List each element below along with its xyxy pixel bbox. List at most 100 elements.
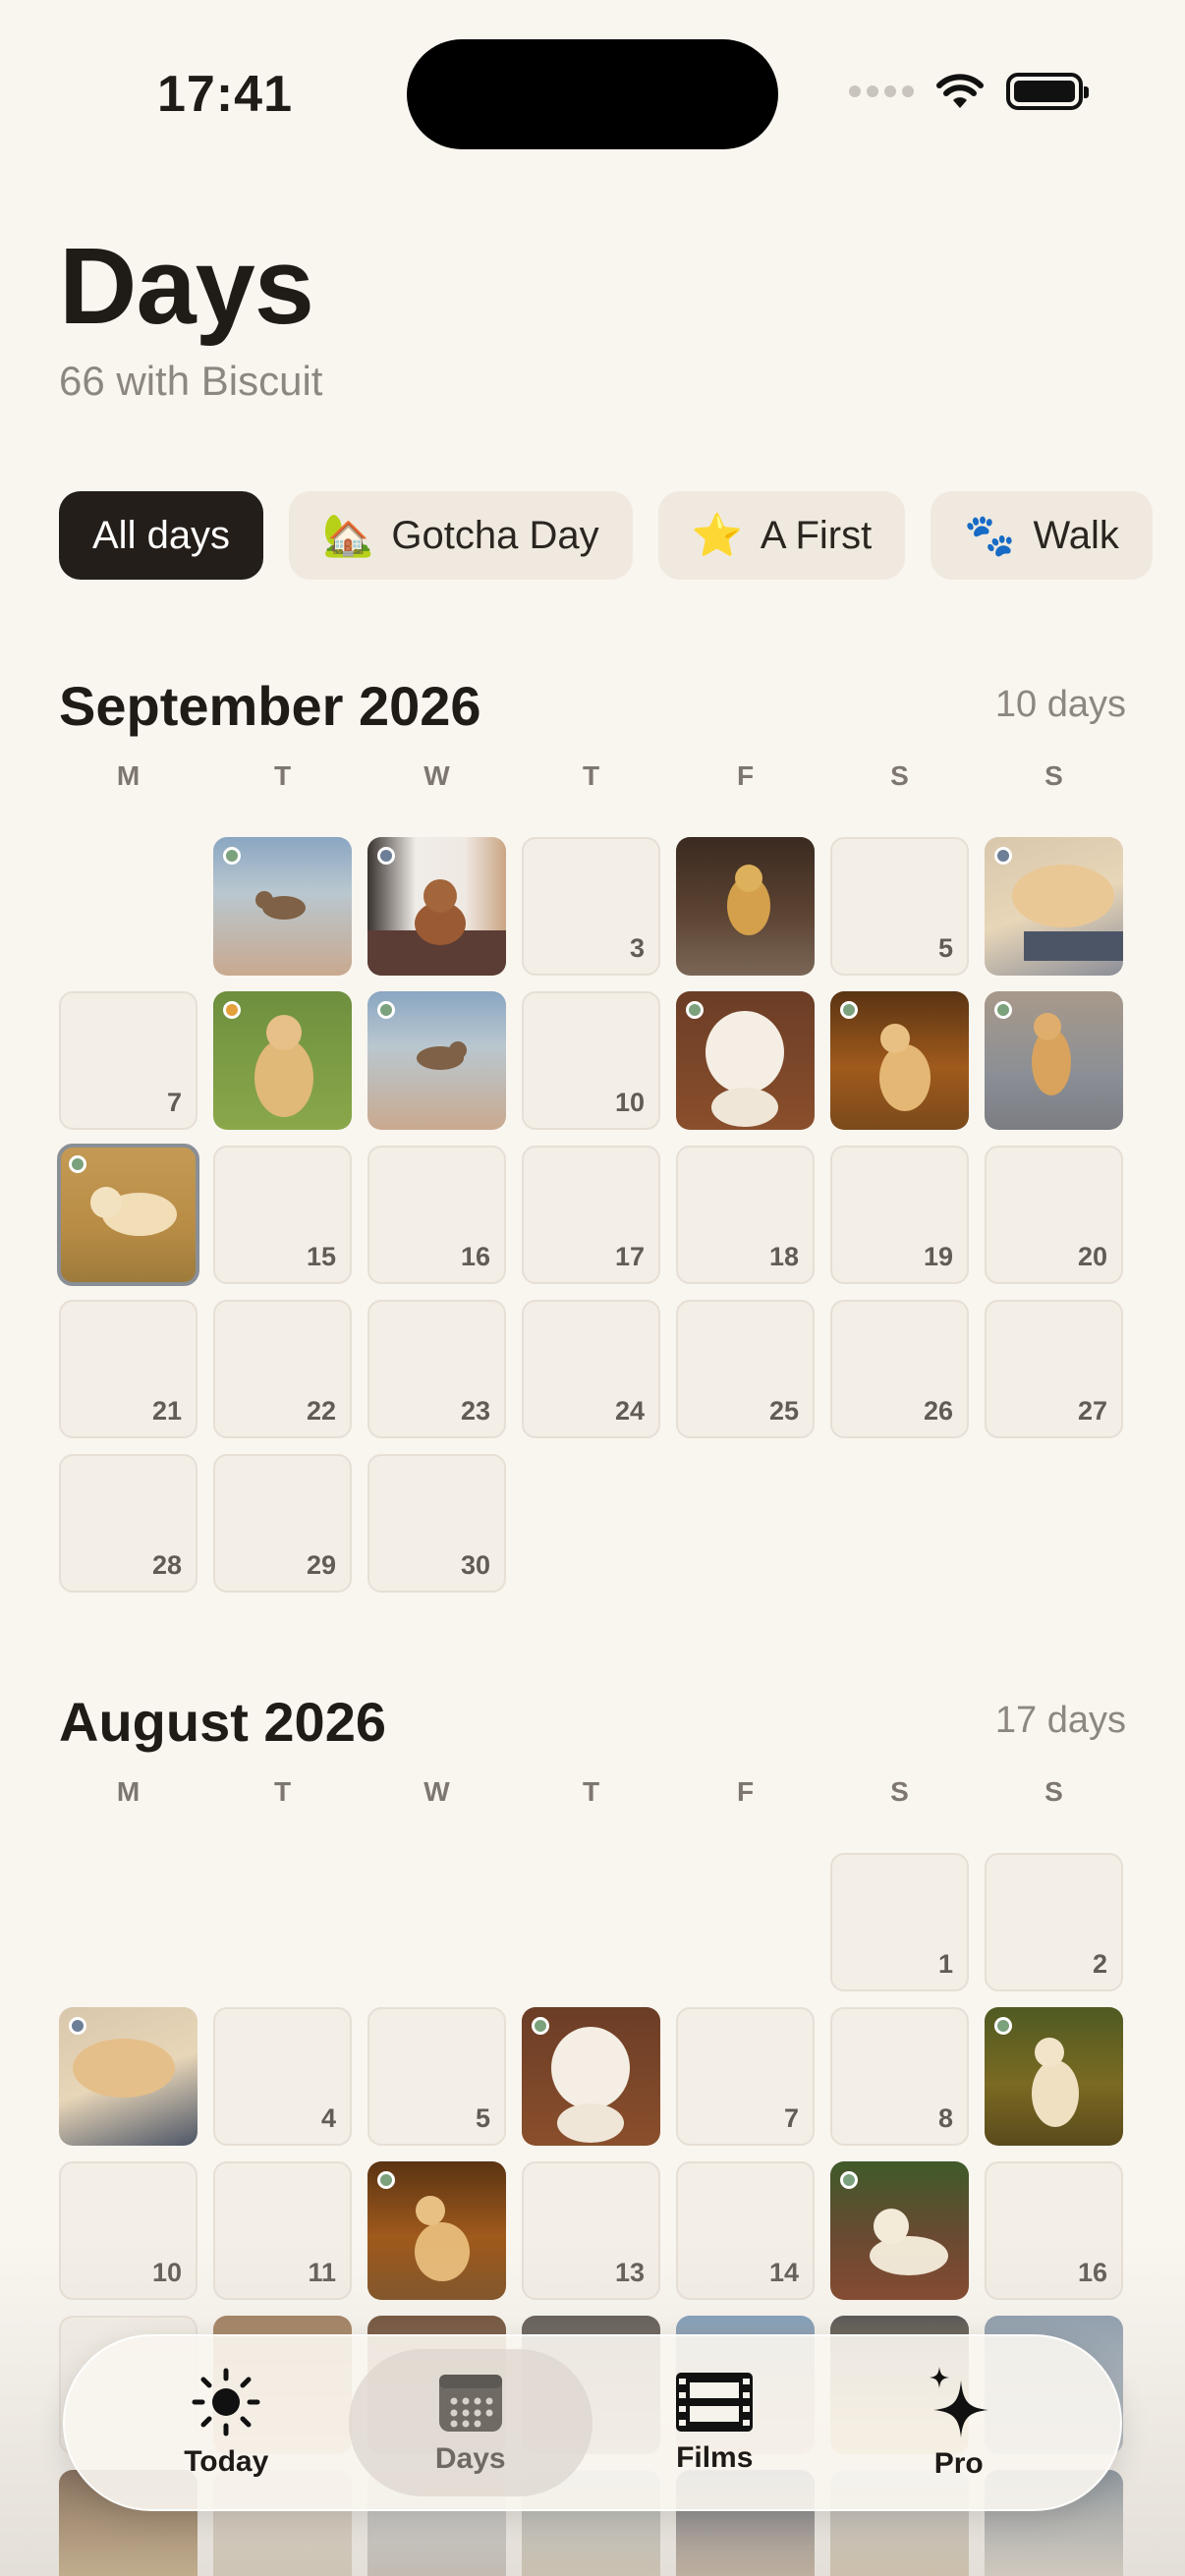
tab-films[interactable]: Films — [592, 2349, 837, 2496]
day-number: 18 — [768, 1242, 799, 1271]
tab-label: Today — [184, 2445, 269, 2478]
day-photo[interactable] — [213, 837, 352, 976]
tab-label: Films — [676, 2441, 754, 2474]
weekday-label: W — [423, 760, 450, 791]
day-cell[interactable]: 10 — [522, 991, 660, 1130]
battery-icon — [1006, 73, 1089, 110]
tab-today[interactable]: Today — [104, 2349, 349, 2496]
day-cell[interactable]: 24 — [522, 1300, 660, 1438]
day-cell[interactable]: 30 — [367, 1454, 506, 1593]
day-cell[interactable]: 27 — [985, 1300, 1123, 1438]
page-subtitle: 66 with Biscuit — [59, 358, 323, 404]
day-number: 8 — [937, 2103, 953, 2133]
weekday-label: T — [582, 760, 600, 791]
chip-gotcha-day[interactable]: 🏡 Gotcha Day — [289, 491, 633, 580]
chip-label: All days — [92, 513, 231, 557]
day-cell[interactable]: 16 — [367, 1146, 506, 1284]
weekday-label: F — [736, 1776, 755, 1807]
chip-a-first[interactable]: ⭐ A First — [657, 491, 906, 580]
tab-pro[interactable]: Pro — [837, 2349, 1082, 2496]
day-cell[interactable]: 3 — [522, 837, 660, 976]
star-icon: ⭐ — [691, 511, 743, 558]
month-count: 10 days — [994, 684, 1126, 725]
day-photo[interactable] — [59, 2007, 198, 2146]
day-cell[interactable]: 5 — [367, 2007, 506, 2146]
weekday-label: S — [1044, 1776, 1063, 1807]
day-number: 17 — [614, 1242, 645, 1271]
day-cell[interactable]: 23 — [367, 1300, 506, 1438]
day-cell[interactable]: 15 — [213, 1146, 352, 1284]
weekday-label: S — [890, 760, 909, 791]
day-number: 5 — [937, 933, 953, 963]
chip-label: Walk — [1033, 513, 1119, 557]
tab-label: Days — [434, 2442, 506, 2475]
day-photo[interactable] — [985, 837, 1123, 976]
day-number: 20 — [1077, 1242, 1107, 1271]
day-cell[interactable]: 7 — [676, 2007, 815, 2146]
weekday-label: T — [582, 1776, 600, 1807]
day-cell[interactable]: 2 — [985, 1853, 1123, 1991]
empty-day — [367, 1853, 506, 1991]
day-cell[interactable]: 25 — [676, 1300, 815, 1438]
tab-days[interactable]: Days — [348, 2349, 592, 2496]
day-number: 22 — [306, 1396, 336, 1426]
day-number: 10 — [614, 1088, 645, 1117]
empty-day — [213, 1853, 352, 1991]
film-icon — [676, 2373, 754, 2432]
chip-label: A First — [760, 513, 873, 557]
empty-day — [59, 1853, 198, 1991]
day-photo-selected[interactable] — [57, 1144, 199, 1286]
dynamic-island — [407, 39, 778, 149]
day-photo[interactable] — [522, 2007, 660, 2146]
chip-walk[interactable]: 🐾 Walk — [931, 491, 1153, 580]
day-cell[interactable]: 21 — [59, 1300, 198, 1438]
weekday-header: M T W T F S S — [59, 1776, 1126, 1808]
day-number: 2 — [1092, 1949, 1107, 1979]
house-icon: 🏡 — [322, 511, 374, 558]
weekday-label: T — [273, 760, 292, 791]
day-number: 27 — [1077, 1396, 1107, 1426]
day-number: 15 — [306, 1242, 336, 1271]
day-cell[interactable]: 26 — [830, 1300, 969, 1438]
signal-icon — [849, 85, 914, 97]
day-number: 30 — [460, 1550, 490, 1580]
day-cell[interactable]: 4 — [213, 2007, 352, 2146]
weekday-label: M — [116, 760, 141, 791]
day-number: 25 — [768, 1396, 799, 1426]
empty-day — [676, 1853, 815, 1991]
day-photo[interactable] — [985, 991, 1123, 1130]
day-cell[interactable]: 7 — [59, 991, 198, 1130]
day-number: 7 — [783, 2103, 799, 2133]
day-cell[interactable]: 22 — [213, 1300, 352, 1438]
day-photo[interactable] — [830, 991, 969, 1130]
status-time: 17:41 — [157, 66, 293, 123]
empty-day — [522, 1853, 660, 1991]
tab-bar: Today Days Films Pro — [63, 2334, 1122, 2511]
day-photo[interactable] — [676, 837, 815, 976]
day-number: 3 — [629, 933, 645, 963]
day-cell[interactable]: 17 — [522, 1146, 660, 1284]
day-photo[interactable] — [676, 991, 815, 1130]
weekday-label: S — [890, 1776, 909, 1807]
calendar-grid: 3 5 7 10 15 16 17 18 19 20 21 22 23 24 2… — [57, 837, 1126, 1593]
day-cell[interactable]: 20 — [985, 1146, 1123, 1284]
day-cell[interactable]: 5 — [830, 837, 969, 976]
day-photo[interactable] — [213, 991, 352, 1130]
day-photo[interactable] — [985, 2007, 1123, 2146]
sparkles-icon — [929, 2367, 988, 2437]
day-cell[interactable]: 1 — [830, 1853, 969, 1991]
day-photo[interactable] — [367, 837, 506, 976]
day-cell[interactable]: 18 — [676, 1146, 815, 1284]
day-cell[interactable]: 28 — [59, 1454, 198, 1593]
chip-label: Gotcha Day — [391, 513, 599, 557]
day-cell[interactable]: 29 — [213, 1454, 352, 1593]
wifi-icon — [936, 74, 984, 108]
day-number: 23 — [460, 1396, 490, 1426]
day-cell[interactable]: 19 — [830, 1146, 969, 1284]
weekday-label: T — [273, 1776, 292, 1807]
day-cell[interactable]: 8 — [830, 2007, 969, 2146]
day-photo[interactable] — [367, 991, 506, 1130]
chip-all-days[interactable]: All days — [59, 491, 264, 580]
status-icons — [849, 73, 1089, 110]
sun-icon — [192, 2368, 260, 2436]
